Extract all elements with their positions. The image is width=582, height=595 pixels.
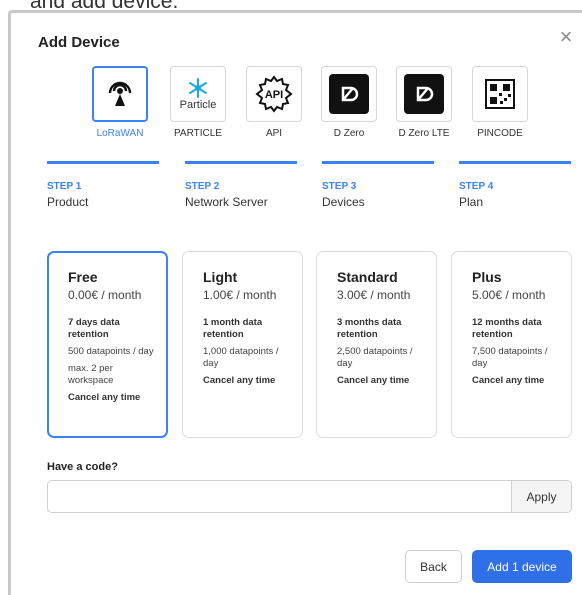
device-label-particle[interactable]: PARTICLE bbox=[158, 128, 238, 139]
step-3-number: STEP 3 bbox=[322, 181, 357, 192]
particle-logo-icon: Particle bbox=[179, 77, 217, 111]
device-dzero[interactable] bbox=[321, 66, 377, 122]
dialog-title: Add Device bbox=[38, 34, 120, 51]
step-4-progress bbox=[459, 161, 571, 164]
device-label-api[interactable]: API bbox=[234, 128, 314, 139]
plan-name: Standard bbox=[337, 269, 398, 285]
plan-retention: 3 months data retention bbox=[337, 317, 402, 340]
plan-datapoints: 7,500 datapoints / day bbox=[472, 346, 548, 369]
plan-card-plus[interactable]: Plus 5.00€ / month 12 months data retent… bbox=[451, 251, 572, 438]
plan-name: Free bbox=[68, 269, 98, 285]
plan-price: 5.00€ / month bbox=[472, 288, 546, 302]
device-label-dzero-lte[interactable]: D Zero LTE bbox=[384, 128, 464, 139]
device-label-lorawan[interactable]: LoRaWAN bbox=[80, 128, 160, 139]
device-particle[interactable]: Particle bbox=[170, 66, 226, 122]
back-button[interactable]: Back bbox=[405, 550, 462, 583]
device-label-pincode[interactable]: PINCODE bbox=[460, 128, 540, 139]
plan-cancel: Cancel any time bbox=[337, 375, 410, 386]
step-1-number: STEP 1 bbox=[47, 181, 82, 192]
plan-price: 0.00€ / month bbox=[68, 288, 142, 302]
close-icon[interactable]: × bbox=[551, 22, 581, 52]
code-label: Have a code? bbox=[47, 461, 118, 473]
api-gear-icon: API bbox=[255, 75, 293, 113]
dzero-lte-logo-icon bbox=[416, 86, 434, 102]
device-label-dzero[interactable]: D Zero bbox=[309, 128, 389, 139]
step-2-progress bbox=[185, 161, 297, 164]
dzero-logo-icon bbox=[341, 86, 359, 102]
device-pincode[interactable] bbox=[472, 66, 528, 122]
plan-datapoints: 1,000 datapoints / day bbox=[203, 346, 279, 369]
step-3-name: Devices bbox=[322, 195, 365, 209]
plan-price: 3.00€ / month bbox=[337, 288, 411, 302]
plan-cancel: Cancel any time bbox=[472, 375, 545, 386]
plan-datapoints: 500 datapoints / day bbox=[68, 346, 154, 357]
plan-card-free[interactable]: Free 0.00€ / month 7 days data retention… bbox=[47, 251, 168, 438]
plan-retention: 12 months data retention bbox=[472, 317, 542, 340]
device-lorawan[interactable] bbox=[92, 66, 148, 122]
step-2-number: STEP 2 bbox=[185, 181, 220, 192]
plan-cancel: Cancel any time bbox=[203, 375, 276, 386]
device-dzero-lte[interactable] bbox=[396, 66, 452, 122]
plan-card-standard[interactable]: Standard 3.00€ / month 3 months data ret… bbox=[316, 251, 437, 438]
plan-limit: max. 2 per workspace bbox=[68, 363, 114, 386]
plan-datapoints: 2,500 datapoints / day bbox=[337, 346, 413, 369]
lorawan-antenna-icon bbox=[108, 81, 132, 106]
step-1-name: Product bbox=[47, 195, 89, 209]
code-input[interactable] bbox=[47, 480, 512, 513]
plan-name: Light bbox=[203, 269, 238, 285]
qr-code-icon bbox=[485, 79, 515, 109]
plan-retention: 7 days data retention bbox=[68, 317, 120, 340]
plan-card-light[interactable]: Light 1.00€ / month 1 month data retenti… bbox=[182, 251, 303, 438]
step-3-progress bbox=[322, 161, 434, 164]
step-1-progress bbox=[47, 161, 159, 164]
device-api[interactable]: API bbox=[246, 66, 302, 122]
apply-button[interactable]: Apply bbox=[511, 480, 572, 513]
plan-cancel: Cancel any time bbox=[68, 392, 141, 403]
particle-wordmark: Particle bbox=[179, 99, 217, 111]
step-4-name: Plan bbox=[459, 195, 484, 209]
add-device-button[interactable]: Add 1 device bbox=[472, 550, 572, 583]
plan-name: Plus bbox=[472, 269, 502, 285]
plan-price: 1.00€ / month bbox=[203, 288, 277, 302]
step-2-name: Network Server bbox=[185, 195, 268, 209]
plan-retention: 1 month data retention bbox=[203, 317, 263, 340]
svg-text:API: API bbox=[265, 89, 283, 101]
step-4-number: STEP 4 bbox=[459, 181, 494, 192]
